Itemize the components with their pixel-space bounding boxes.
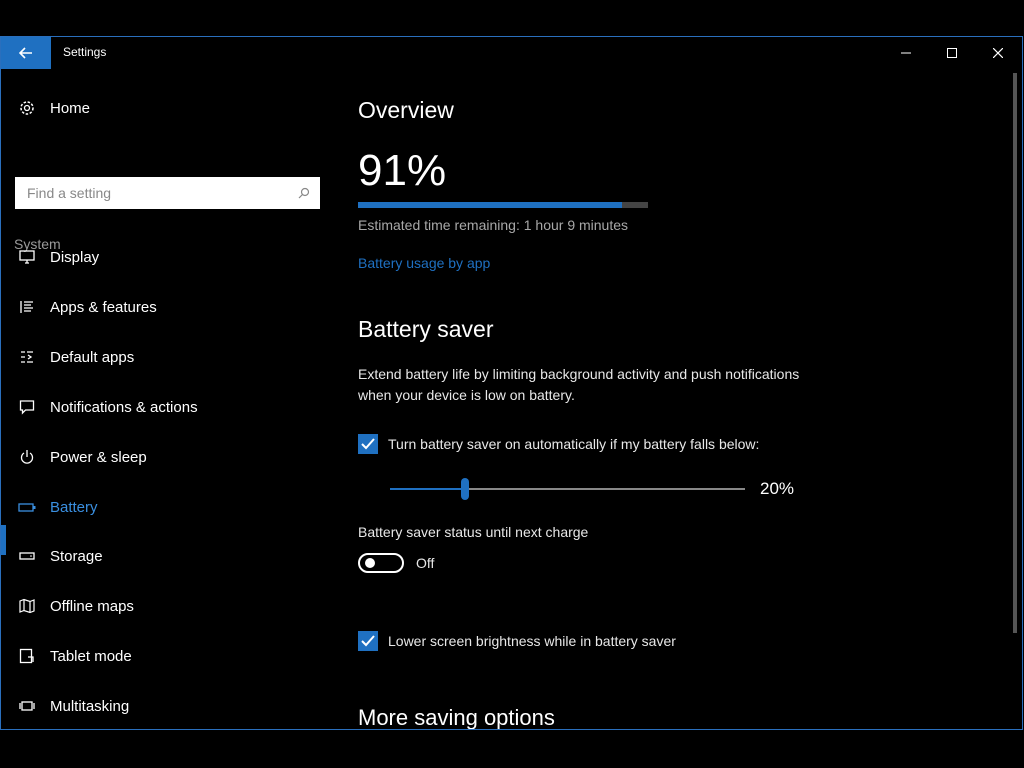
battery-level-bar [358, 202, 648, 208]
saver-status-toggle[interactable] [358, 553, 404, 573]
sidebar-item-label: Display [50, 248, 100, 266]
auto-saver-checkbox-row[interactable]: Turn battery saver on automatically if m… [358, 434, 759, 454]
checkmark-icon [361, 635, 375, 647]
gear-icon [18, 99, 36, 117]
sidebar-item-power-sleep[interactable]: Power & sleep [18, 445, 147, 469]
settings-window: Settings Home System [0, 36, 1023, 730]
sidebar-item-multitasking[interactable]: Multitasking [18, 694, 129, 718]
sidebar-item-label: Notifications & actions [50, 398, 198, 416]
sidebar-home-label: Home [50, 99, 91, 117]
power-icon [18, 448, 36, 466]
sidebar-item-offline-maps[interactable]: Offline maps [18, 594, 134, 618]
search-box[interactable] [15, 177, 320, 209]
toggle-knob [365, 558, 375, 568]
saver-status-label: Battery saver status until next charge [358, 524, 589, 540]
search-input[interactable] [17, 179, 290, 207]
multitasking-icon [18, 697, 36, 715]
sidebar-item-label: Tablet mode [50, 647, 132, 665]
lower-brightness-checkbox-row[interactable]: Lower screen brightness while in battery… [358, 631, 676, 651]
sidebar-item-display[interactable]: Display [18, 245, 99, 269]
sidebar-item-notifications[interactable]: Notifications & actions [18, 395, 198, 419]
search-icon[interactable] [290, 187, 318, 199]
active-indicator [1, 525, 6, 555]
back-arrow-icon [19, 47, 32, 59]
checkmark-icon [361, 438, 375, 450]
storage-icon [18, 547, 36, 565]
time-remaining: Estimated time remaining: 1 hour 9 minut… [358, 217, 629, 233]
auto-saver-label: Turn battery saver on automatically if m… [388, 436, 760, 452]
app-title: Settings [63, 45, 107, 59]
auto-saver-checkbox[interactable] [358, 434, 378, 454]
sidebar-item-label: Apps & features [50, 298, 157, 316]
battery-percent: 91% [358, 146, 447, 195]
battery-threshold-slider[interactable] [390, 478, 745, 500]
threshold-value: 20% [760, 479, 795, 498]
more-saving-heading: More saving options [358, 705, 555, 730]
sidebar-item-label: Battery [50, 498, 98, 516]
battery-usage-link[interactable]: Battery usage by app [358, 255, 490, 271]
list-icon [18, 298, 36, 316]
sidebar-item-default-apps[interactable]: Default apps [18, 345, 134, 369]
sidebar-item-label: Multitasking [50, 697, 130, 715]
chat-bubble-icon [18, 398, 36, 416]
sidebar-item-battery[interactable]: Battery [18, 495, 98, 519]
sidebar-item-label: Storage [50, 547, 103, 565]
battery-icon [18, 498, 36, 516]
main-content: Overview 91% Estimated time remaining: 1… [358, 37, 1018, 729]
sidebar-item-tablet-mode[interactable]: Tablet mode [18, 644, 132, 668]
lower-brightness-label: Lower screen brightness while in battery… [388, 633, 676, 649]
slider-thumb[interactable] [461, 478, 469, 500]
slider-filled-track [390, 488, 461, 490]
sidebar-item-label: Offline maps [50, 597, 134, 615]
default-apps-icon [18, 348, 36, 366]
overview-heading: Overview [358, 97, 454, 123]
monitor-icon [18, 248, 36, 266]
slider-empty-track [469, 488, 745, 490]
toggle-state-label: Off [416, 555, 435, 571]
sidebar-home[interactable]: Home [18, 99, 90, 117]
battery-level-fill [358, 202, 622, 208]
lower-brightness-checkbox[interactable] [358, 631, 378, 651]
scrollbar[interactable] [1013, 73, 1017, 633]
sidebar-item-apps-features[interactable]: Apps & features [18, 295, 157, 319]
battery-saver-description: Extend battery life by limiting backgrou… [358, 366, 800, 403]
sidebar-item-label: Default apps [50, 348, 135, 366]
sidebar-item-label: Power & sleep [50, 448, 147, 466]
battery-saver-heading: Battery saver [358, 316, 494, 342]
back-button[interactable] [1, 37, 51, 69]
sidebar-item-storage[interactable]: Storage [18, 544, 103, 568]
tablet-icon [18, 647, 36, 665]
map-icon [18, 597, 36, 615]
